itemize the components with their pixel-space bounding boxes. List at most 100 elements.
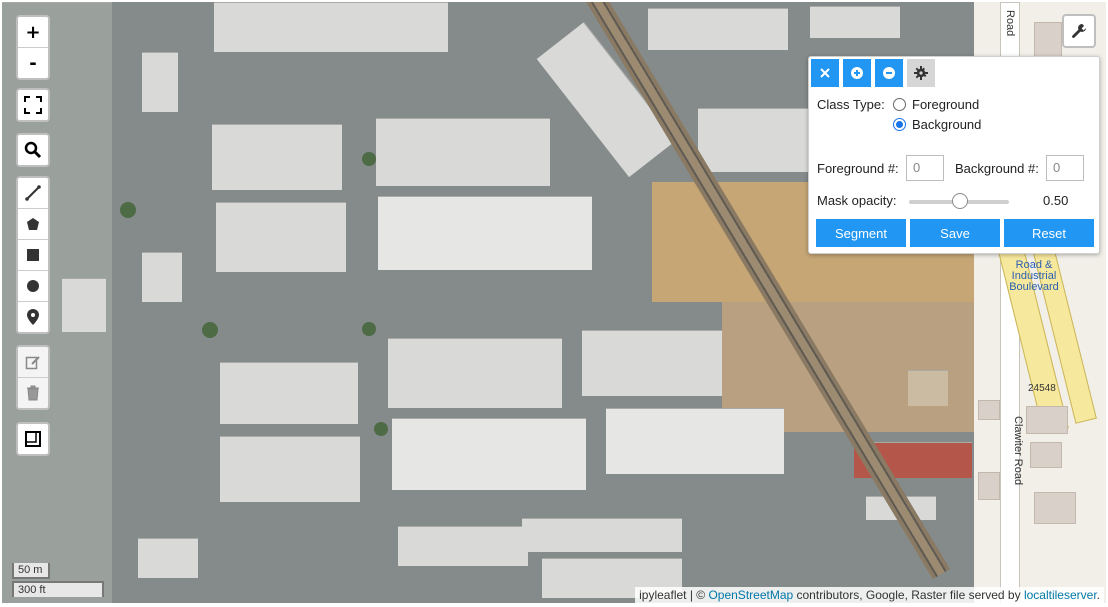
remove-point-button[interactable] (875, 59, 903, 87)
reset-button[interactable]: Reset (1004, 219, 1094, 247)
building (1030, 442, 1062, 468)
draw-marker-button[interactable] (18, 302, 48, 332)
background-count-label: Background #: (955, 161, 1039, 176)
polygon-icon (27, 218, 39, 230)
edit-icon (25, 356, 40, 370)
ruler-icon (25, 431, 41, 447)
settings-button[interactable] (907, 59, 935, 87)
gear-icon (914, 66, 928, 80)
building (522, 518, 682, 552)
polyline-icon (25, 185, 41, 201)
building (220, 362, 358, 424)
building (908, 370, 948, 406)
search-icon (24, 141, 42, 159)
building (378, 196, 592, 270)
building (978, 472, 1000, 500)
search-button[interactable] (18, 135, 48, 165)
tree (374, 422, 388, 436)
building (142, 52, 178, 112)
street-label-road: Road (1004, 10, 1016, 37)
foreground-option-label: Foreground (912, 97, 980, 112)
street-label-clawiter: Clawiter Road (1012, 416, 1024, 486)
building (214, 2, 448, 52)
building (388, 338, 562, 408)
background-option-label: Background (912, 117, 982, 132)
save-button[interactable]: Save (910, 219, 1000, 247)
map-attribution: ipyleaflet | © OpenStreetMap contributor… (635, 587, 1104, 603)
toolbar-toggle-button[interactable] (1062, 14, 1096, 48)
scale-imperial: 300 ft (12, 581, 104, 597)
building (648, 8, 788, 50)
edit-toolbar (16, 345, 50, 410)
building (212, 124, 342, 190)
zoom-in-button[interactable]: + (18, 17, 48, 48)
street-label-boulevard: Road & Industrial Boulevard (1009, 259, 1059, 293)
fullscreen-control (16, 88, 50, 122)
tree (202, 322, 218, 338)
search-control (16, 133, 50, 167)
trash-icon (27, 385, 39, 401)
foreground-count-input[interactable]: 0 (906, 155, 944, 181)
draw-rectangle-button[interactable] (18, 240, 48, 271)
scale-metric: 50 m (12, 563, 50, 579)
openstreetmap-link[interactable]: OpenStreetMap (708, 588, 793, 602)
building (138, 538, 198, 578)
class-type-label: Class Type: (817, 97, 885, 112)
wrench-icon (1072, 24, 1086, 38)
minus-circle-icon (883, 67, 895, 79)
building (698, 108, 808, 172)
building (1034, 492, 1076, 524)
building (606, 408, 784, 474)
mask-opacity-label: Mask opacity: (817, 193, 897, 208)
zoom-out-button[interactable]: - (18, 48, 48, 78)
tree (362, 322, 376, 336)
building (216, 202, 346, 272)
segment-panel: Class Type: Foreground Background Foregr… (808, 56, 1100, 254)
delete-layers-button[interactable] (18, 378, 48, 408)
building (142, 252, 182, 302)
close-icon (820, 68, 830, 78)
plus-circle-icon (851, 67, 863, 79)
building (1026, 406, 1068, 434)
localtileserver-link[interactable]: localtileserver (1024, 588, 1097, 602)
draw-toolbar (16, 176, 50, 334)
draw-circle-button[interactable] (18, 271, 48, 302)
building (392, 418, 586, 490)
attribution-suffix: . (1096, 588, 1100, 602)
building (398, 526, 528, 566)
circle-icon (27, 280, 39, 292)
building (810, 6, 900, 38)
edit-layers-button[interactable] (18, 347, 48, 378)
attribution-middle: contributors, Google, Raster file served… (793, 588, 1024, 602)
attribution-prefix: ipyleaflet | © (639, 588, 709, 602)
building (582, 330, 722, 396)
map-view[interactable]: Road Road & Industrial Boulevard Clawite… (2, 2, 1106, 603)
marker-icon (27, 309, 39, 325)
measure-button[interactable] (18, 424, 48, 454)
building (220, 436, 360, 502)
segment-button[interactable]: Segment (816, 219, 906, 247)
tree (120, 202, 136, 218)
background-radio[interactable] (893, 118, 906, 131)
draw-polyline-button[interactable] (18, 178, 48, 209)
measure-control (16, 422, 50, 456)
draw-polygon-button[interactable] (18, 209, 48, 240)
foreground-count-label: Foreground #: (817, 161, 899, 176)
background-option[interactable]: Background (893, 117, 981, 132)
background-count-input[interactable]: 0 (1046, 155, 1084, 181)
fullscreen-button[interactable] (18, 90, 48, 120)
zoom-control: + - (16, 15, 50, 80)
tree (362, 152, 376, 166)
add-point-button[interactable] (843, 59, 871, 87)
building (376, 118, 550, 186)
foreground-radio[interactable] (893, 98, 906, 111)
fullscreen-icon (24, 96, 42, 114)
address-label: 24548 (1028, 383, 1056, 394)
mask-opacity-slider-handle[interactable] (952, 193, 968, 209)
rectangle-icon (27, 249, 39, 261)
close-panel-button[interactable] (811, 59, 839, 87)
foreground-option[interactable]: Foreground (893, 97, 979, 112)
mask-opacity-value: 0.50 (1043, 193, 1069, 208)
building (978, 400, 1000, 420)
building (62, 278, 106, 332)
